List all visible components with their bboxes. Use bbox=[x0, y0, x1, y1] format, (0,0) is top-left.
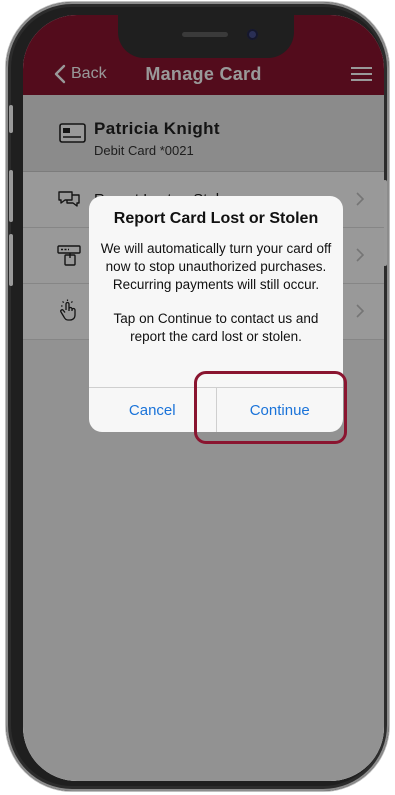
silent-switch bbox=[9, 105, 13, 133]
volume-up-button bbox=[9, 170, 13, 222]
front-camera bbox=[247, 29, 258, 40]
speaker-grille bbox=[182, 32, 228, 37]
alert-message-line: Tap on Continue to contact us and report… bbox=[113, 311, 319, 344]
alert-message-line: Recurring payments will still occur. bbox=[112, 277, 320, 292]
alert-message: We will automatically turn your card off… bbox=[99, 240, 333, 346]
notch bbox=[118, 15, 294, 58]
volume-down-button bbox=[9, 234, 13, 286]
alert-message-line: We will automatically turn your card off… bbox=[100, 241, 332, 274]
alert-title: Report Card Lost or Stolen bbox=[113, 210, 319, 227]
continue-highlight-box bbox=[194, 371, 347, 444]
